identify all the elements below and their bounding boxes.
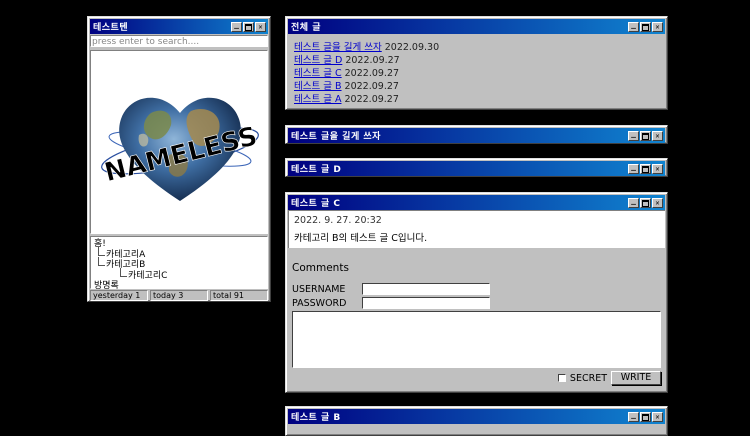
blog-logo-image: NAMELESS — [90, 50, 268, 234]
post-link[interactable]: 테스트 글 A — [294, 94, 342, 105]
secret-label: SECRET — [569, 372, 607, 384]
search-input[interactable]: press enter to search.... — [90, 35, 268, 47]
username-field[interactable] — [362, 283, 490, 295]
maximize-icon[interactable] — [640, 130, 651, 141]
post-date: 2022.09.30 — [384, 42, 440, 53]
post-date: 2022.09.27 — [345, 55, 400, 66]
comment-textarea[interactable] — [292, 311, 661, 368]
category-a[interactable]: 카테고리A — [94, 246, 264, 261]
maximize-icon[interactable] — [243, 21, 254, 32]
heart-globe-logo: NAMELESS — [101, 97, 261, 201]
yesterday-count: yesterday 1 — [90, 290, 148, 301]
minimize-icon[interactable] — [628, 197, 639, 208]
sidebar-title: 테스트텐 — [93, 23, 129, 33]
minimize-icon[interactable] — [628, 411, 639, 422]
post-long-titlebar[interactable]: 테스트 글을 길게 쓰자 — [288, 128, 665, 143]
post-date: 2022.09.27 — [344, 68, 400, 79]
list-item: 테스트 글을 길게 쓰자 2022.09.30 — [294, 41, 665, 54]
write-button[interactable]: WRITE — [611, 371, 661, 385]
post-c-title: 테스트 글 C — [291, 199, 341, 209]
post-b-title: 테스트 글 B — [291, 413, 341, 423]
post-link[interactable]: 테스트 글 B — [294, 81, 342, 92]
list-item: 테스트 글 D 2022.09.27 — [294, 54, 665, 67]
post-date: 2022.09.27 — [344, 94, 399, 105]
post-window-d: 테스트 글 D — [285, 158, 668, 177]
total-count: total 91 — [210, 290, 268, 301]
post-date: 2022.09.27 — [344, 81, 399, 92]
post-link[interactable]: 테스트 글 D — [294, 55, 342, 66]
all-posts-titlebar[interactable]: 전체 글 — [288, 19, 665, 34]
post-c-titlebar[interactable]: 테스트 글 C — [288, 195, 665, 210]
password-field[interactable] — [362, 297, 490, 309]
category-home[interactable]: 홈! — [94, 239, 264, 250]
all-posts-window: 전체 글 테스트 글을 길게 쓰자2022.09.30 테스트 글 D2022.… — [285, 16, 668, 110]
post-content: 카테고리 B의 테스트 글 C입니다. — [294, 233, 428, 244]
visitor-status-bar: yesterday 1 today 3 total 91 — [90, 290, 268, 301]
comments-heading: Comments — [292, 262, 349, 274]
close-icon[interactable] — [652, 411, 663, 422]
post-d-titlebar[interactable]: 테스트 글 D — [288, 161, 665, 176]
maximize-icon[interactable] — [640, 163, 651, 174]
close-icon[interactable] — [652, 21, 663, 32]
minimize-icon[interactable] — [628, 130, 639, 141]
list-item: 테스트 글 B 2022.09.27 — [294, 80, 665, 93]
post-b-titlebar[interactable]: 테스트 글 B — [288, 409, 665, 424]
close-icon[interactable] — [652, 130, 663, 141]
post-timestamp: 2022. 9. 27. 20:32 — [294, 215, 382, 226]
comments-section: Comments USERNAME PASSWORD SECRET WRITE — [286, 248, 667, 385]
post-list: 테스트 글을 길게 쓰자 2022.09.30 테스트 글 D 2022.09.27… — [288, 36, 665, 106]
all-posts-title: 전체 글 — [291, 23, 321, 33]
password-label: PASSWORD — [292, 297, 347, 309]
today-count: today 3 — [150, 290, 208, 301]
post-long-title: 테스트 글을 길게 쓰자 — [291, 132, 381, 142]
post-window-b: 테스트 글 B — [285, 406, 668, 436]
post-body: 2022. 9. 27. 20:32 카테고리 B의 테스트 글 C입니다. — [288, 210, 665, 248]
list-item: 테스트 글 A 2022.09.27 — [294, 93, 665, 106]
post-d-title: 테스트 글 D — [291, 165, 342, 175]
post-window-long: 테스트 글을 길게 쓰자 — [285, 125, 668, 144]
close-icon[interactable] — [652, 197, 663, 208]
minimize-icon[interactable] — [628, 163, 639, 174]
minimize-icon[interactable] — [628, 21, 639, 32]
post-window-c: 테스트 글 C 2022. 9. 27. 20:32 카테고리 B의 테스트 글… — [285, 192, 668, 393]
maximize-icon[interactable] — [640, 197, 651, 208]
list-item: 테스트 글 C 2022.09.27 — [294, 67, 665, 80]
post-link[interactable]: 테스트 글 C — [294, 68, 342, 79]
close-icon[interactable] — [255, 21, 266, 32]
sidebar-window: 테스트텐 press enter to search.... — [87, 16, 271, 302]
post-link[interactable]: 테스트 글을 길게 쓰자 — [294, 42, 382, 53]
category-c[interactable]: 카테고리C — [94, 267, 264, 282]
maximize-icon[interactable] — [640, 21, 651, 32]
category-list: 홈! 카테고리A 카테고리B 카테고리C 방명록 — [90, 236, 268, 291]
close-icon[interactable] — [652, 163, 663, 174]
secret-checkbox[interactable] — [557, 374, 566, 382]
sidebar-titlebar[interactable]: 테스트텐 — [90, 19, 268, 34]
minimize-icon[interactable] — [231, 21, 242, 32]
maximize-icon[interactable] — [640, 411, 651, 422]
username-label: USERNAME — [292, 283, 346, 295]
